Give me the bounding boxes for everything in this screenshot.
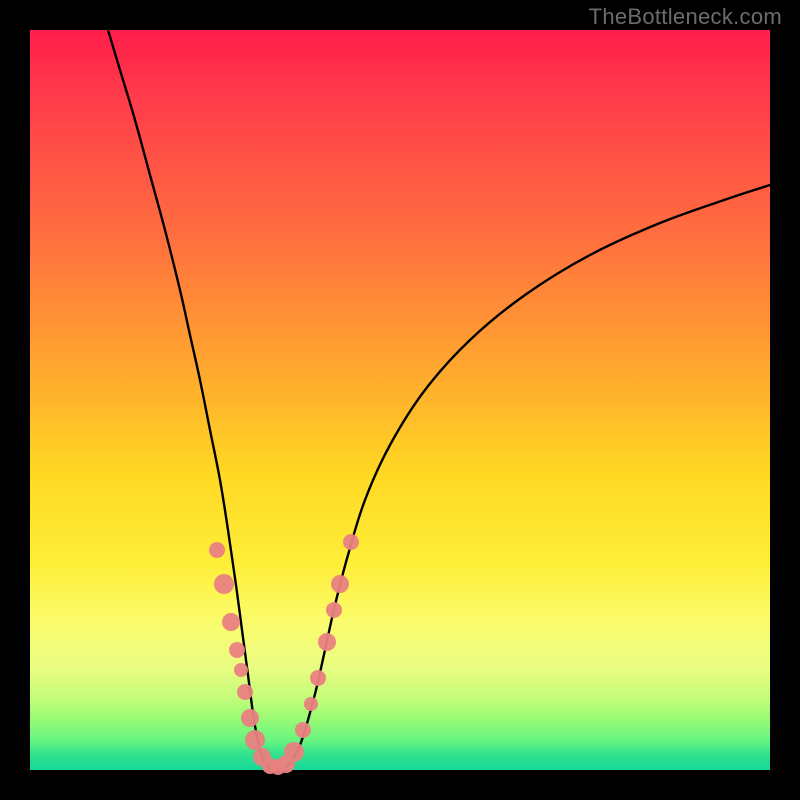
data-marker bbox=[310, 670, 326, 686]
curve-left-branch bbox=[108, 30, 273, 770]
curve-right-branch bbox=[273, 185, 770, 770]
data-marker bbox=[222, 613, 240, 631]
data-marker bbox=[209, 542, 225, 558]
chart-stage: TheBottleneck.com bbox=[0, 0, 800, 800]
data-marker bbox=[245, 730, 265, 750]
data-marker bbox=[304, 697, 318, 711]
data-marker bbox=[343, 534, 359, 550]
bottleneck-curve bbox=[30, 30, 770, 770]
data-marker bbox=[237, 684, 253, 700]
data-marker bbox=[318, 633, 336, 651]
data-marker bbox=[229, 642, 245, 658]
data-marker bbox=[295, 722, 311, 738]
data-marker bbox=[241, 709, 259, 727]
data-marker bbox=[326, 602, 342, 618]
data-marker bbox=[214, 574, 234, 594]
data-marker bbox=[331, 575, 349, 593]
data-marker bbox=[284, 742, 304, 762]
watermark-text: TheBottleneck.com bbox=[589, 4, 782, 30]
data-marker bbox=[234, 663, 248, 677]
plot-area bbox=[30, 30, 770, 770]
